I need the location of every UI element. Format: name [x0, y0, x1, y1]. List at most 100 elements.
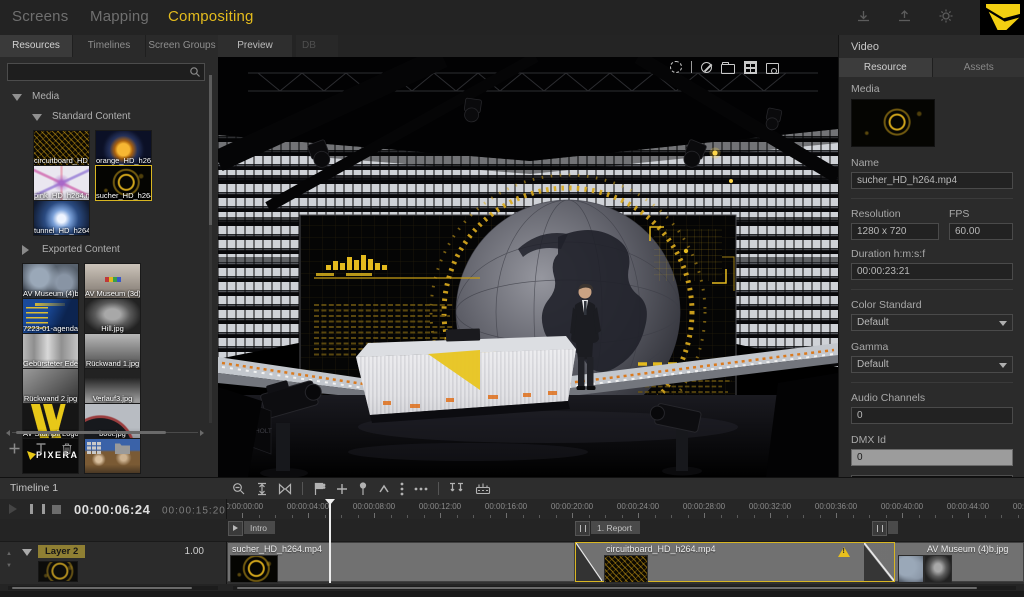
- upload-icon[interactable]: [897, 9, 912, 24]
- cue-unnamed[interactable]: [872, 521, 898, 534]
- tree-exported-content[interactable]: Exported Content: [0, 241, 210, 259]
- tab-resource[interactable]: Resource: [839, 58, 932, 77]
- clip-av-museum[interactable]: AV Museum (4)b.jpg: [895, 542, 1024, 582]
- tab-preview[interactable]: Preview: [218, 35, 292, 57]
- thumbnail-tunnel[interactable]: tunnel_HD_h264..: [33, 200, 90, 236]
- cue-intro[interactable]: Intro: [228, 521, 275, 534]
- clip-sucher[interactable]: sucher_HD_h264.mp4: [227, 542, 575, 582]
- thumbnail-av-museum-4b[interactable]: AV Museum (4)b..: [22, 263, 79, 299]
- tab-screen-groups[interactable]: Screen Groups: [146, 35, 218, 57]
- thumbnail-circuitboard[interactable]: circuitboard_HD_..: [33, 130, 90, 166]
- tree-media[interactable]: Media: [0, 88, 210, 106]
- disable-overlay-icon[interactable]: [701, 62, 712, 73]
- thumbnail-orange[interactable]: orange_HD_h264..: [95, 130, 152, 166]
- cue-report[interactable]: 1. Report: [575, 521, 640, 534]
- play-button[interactable]: [9, 504, 17, 514]
- fit-vertical-icon[interactable]: [256, 482, 268, 496]
- tab-db[interactable]: DB: [296, 35, 338, 57]
- search-input[interactable]: [7, 63, 205, 81]
- pause-cue-icon[interactable]: [872, 521, 887, 536]
- thumbnail-agenda[interactable]: 7223-01-agenda-..: [22, 298, 79, 334]
- scroll-right-icon[interactable]: [200, 430, 204, 436]
- track-reorder-icons[interactable]: ▲▼: [6, 548, 12, 572]
- name-input[interactable]: sucher_HD_h264.mp4: [851, 172, 1013, 189]
- thumbnail-rueckwand-2[interactable]: Rückwand 2.jpg: [22, 368, 79, 404]
- add-icon[interactable]: [336, 483, 348, 495]
- fade-in-handle[interactable]: [576, 543, 602, 581]
- download-icon[interactable]: [856, 9, 871, 24]
- gamma-select[interactable]: Default: [851, 356, 1013, 373]
- vertical-scrollbar[interactable]: [209, 75, 212, 423]
- pause-button[interactable]: [30, 504, 45, 514]
- add-resource-icon[interactable]: [8, 442, 21, 455]
- audio-channels-input[interactable]: 0: [851, 407, 1013, 424]
- nav-mapping[interactable]: Mapping: [90, 8, 149, 25]
- thumbnail-hill[interactable]: Hill.jpg: [84, 298, 141, 334]
- scroll-left-icon[interactable]: [6, 430, 10, 436]
- color-standard-select[interactable]: Default: [851, 314, 1013, 331]
- cue-flag-icon[interactable]: [313, 482, 326, 496]
- transition-icon[interactable]: [278, 483, 292, 495]
- nav-compositing[interactable]: Compositing: [168, 8, 254, 25]
- inspector-panel: Video Resource Assets Media Name sucher_…: [838, 35, 1024, 477]
- thumbnail-pink[interactable]: pink_HD_h264.mp: [33, 165, 90, 201]
- track-clips-area[interactable]: sucher_HD_h264.mp4 circuitboard_HD_h264.…: [227, 541, 1024, 584]
- track-opacity-value[interactable]: 1.00: [185, 546, 204, 557]
- chevron-down-icon[interactable]: [22, 549, 32, 556]
- marker-pin-icon[interactable]: [358, 482, 368, 496]
- thumbnail-verlauf3[interactable]: Verlauf3.jpg: [84, 368, 141, 404]
- scrollbar-thumb[interactable]: [209, 75, 212, 225]
- camera-view-icon[interactable]: [766, 63, 779, 74]
- media-thumbnail[interactable]: [851, 99, 935, 147]
- clips-scrollbar[interactable]: [233, 586, 1016, 590]
- track-scrollbar[interactable]: [8, 586, 218, 590]
- tab-resources[interactable]: Resources: [0, 35, 72, 57]
- gear-icon[interactable]: [938, 8, 954, 24]
- delete-icon[interactable]: [61, 442, 73, 455]
- more-horizontal-icon[interactable]: [414, 487, 428, 491]
- tab-assets[interactable]: Assets: [933, 58, 1024, 77]
- zoom-out-icon[interactable]: [232, 482, 246, 496]
- duration-input[interactable]: 00:00:23:21: [851, 263, 1013, 280]
- chevron-down-icon[interactable]: [12, 94, 22, 101]
- anchor-desk: [356, 328, 576, 423]
- chevron-right-icon[interactable]: [22, 245, 29, 255]
- playhead[interactable]: [329, 499, 331, 583]
- preview-viewport[interactable]: LIFE HOLT: [218, 57, 838, 477]
- more-vertical-icon[interactable]: [400, 482, 404, 496]
- track-name[interactable]: Layer 2: [38, 545, 85, 558]
- scrollbar-thumb[interactable]: [16, 431, 166, 434]
- ruler-label: 00:00:04:00: [287, 502, 329, 511]
- track-filter-icon[interactable]: [449, 482, 465, 495]
- thumbnail-sucher-selected[interactable]: sucher_HD_h264..: [95, 165, 152, 201]
- orbit-view-icon[interactable]: [670, 61, 682, 73]
- collapse-icon[interactable]: [378, 484, 390, 494]
- thumbnail-rueckwand-1[interactable]: Rückwand 1.jpg: [84, 333, 141, 369]
- play-cue-icon[interactable]: [228, 521, 243, 536]
- tree-standard-content[interactable]: Standard Content: [0, 108, 210, 126]
- ruler-label: 00:00:16:00: [485, 502, 527, 511]
- grid-view-icon[interactable]: [87, 442, 101, 454]
- crossfade-handle[interactable]: [864, 543, 894, 581]
- dmx-id-input[interactable]: 0: [851, 449, 1013, 466]
- fps-input[interactable]: 60.00: [949, 223, 1013, 240]
- clip-circuitboard[interactable]: circuitboard_HD_h264.mp4: [575, 542, 895, 582]
- nav-screens[interactable]: Screens: [12, 8, 68, 25]
- timeline-title[interactable]: Timeline 1: [10, 482, 58, 494]
- pause-cue-icon[interactable]: [575, 521, 590, 536]
- add-text-icon[interactable]: [35, 442, 47, 454]
- stop-button[interactable]: [52, 505, 61, 514]
- thumbnail-gebuersteter[interactable]: Gebürsteter Edel..: [22, 333, 79, 369]
- folder-icon[interactable]: [115, 442, 130, 454]
- name-label: Name: [851, 157, 1013, 169]
- horizontal-scrollbar[interactable]: [6, 430, 204, 435]
- folder-icon[interactable]: [721, 64, 735, 74]
- timeline-ruler[interactable]: 00:00:00:0000:00:04:0000:00:08:0000:00:1…: [227, 499, 1024, 519]
- thumbnail-av-museum-3d[interactable]: AV Museum (3d)..: [84, 263, 141, 299]
- chevron-down-icon[interactable]: [32, 114, 42, 121]
- grid-toggle-icon[interactable]: [744, 61, 757, 74]
- resource-toolbar: [8, 439, 130, 457]
- control-surface-icon[interactable]: [475, 482, 491, 495]
- resolution-input[interactable]: 1280 x 720: [851, 223, 939, 240]
- tab-timelines[interactable]: Timelines: [73, 35, 145, 57]
